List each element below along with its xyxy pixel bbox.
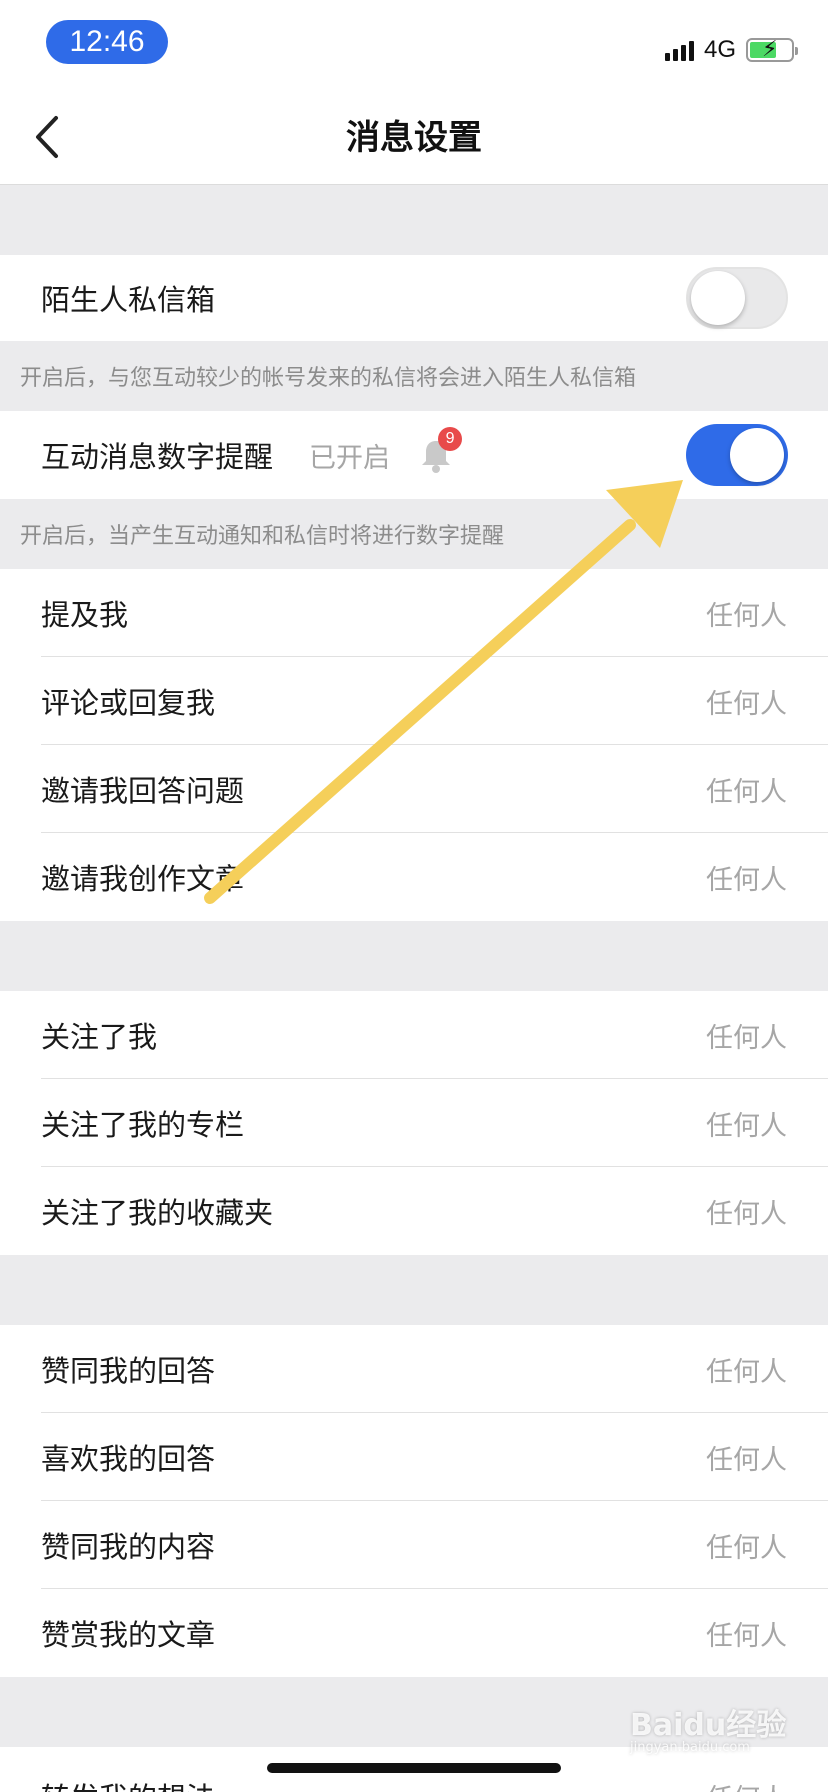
setting-row-followed-me[interactable]: 关注了我 任何人 — [0, 991, 828, 1079]
follows-section: 关注了我 任何人 关注了我的专栏 任何人 关注了我的收藏夹 任何人 — [0, 991, 828, 1255]
section-gap — [0, 921, 828, 991]
stranger-inbox-toggle[interactable] — [686, 267, 788, 329]
digit-reminder-row: 互动消息数字提醒 已开启 9 — [0, 411, 828, 499]
signal-icon — [664, 39, 694, 61]
page-title: 消息设置 — [346, 118, 482, 158]
setting-row-upvote-content[interactable]: 赞同我的内容 任何人 — [0, 1501, 828, 1589]
network-type: 4G — [703, 36, 736, 63]
battery-icon: ⚡ — [746, 37, 798, 62]
bell-icon: 9 — [416, 427, 463, 475]
mentions-section: 提及我 任何人 评论或回复我 任何人 邀请我回答问题 任何人 邀请我创作文章 任… — [0, 569, 828, 921]
digit-reminder-status: 已开启 — [309, 442, 391, 474]
setting-row-invite-article[interactable]: 邀请我创作文章 任何人 — [0, 833, 828, 921]
stranger-inbox-hint: 开启后，与您互动较少的帐号发来的私信将会进入陌生人私信箱 — [0, 341, 828, 411]
stranger-inbox-row: 陌生人私信箱 — [0, 255, 828, 341]
section-gap — [0, 185, 828, 255]
status-time: 12:46 — [46, 20, 168, 64]
setting-row-upvote-answer[interactable]: 赞同我的回答 任何人 — [0, 1325, 828, 1413]
digit-reminder-toggle[interactable] — [686, 424, 788, 486]
setting-row-followed-column[interactable]: 关注了我的专栏 任何人 — [0, 1079, 828, 1167]
stranger-inbox-label: 陌生人私信箱 — [41, 283, 216, 317]
setting-row-invite-answer[interactable]: 邀请我回答问题 任何人 — [0, 745, 828, 833]
nav-bar: 消息设置 — [0, 92, 828, 185]
notification-badge: 9 — [438, 427, 463, 451]
status-indicators: 4G ⚡ — [664, 34, 798, 66]
setting-row-mention-me[interactable]: 提及我 任何人 — [0, 569, 828, 657]
digit-reminder-hint: 开启后，当产生互动通知和私信时将进行数字提醒 — [0, 499, 828, 569]
setting-row-comment-reply[interactable]: 评论或回复我 任何人 — [0, 657, 828, 745]
setting-row-like-answer[interactable]: 喜欢我的回答 任何人 — [0, 1413, 828, 1501]
setting-row-reward-article[interactable]: 赞赏我的文章 任何人 — [0, 1589, 828, 1677]
status-bar: 12:46 4G ⚡ — [0, 0, 828, 92]
home-indicator[interactable] — [267, 1763, 561, 1773]
digit-reminder-label: 互动消息数字提醒 — [41, 440, 274, 474]
section-gap — [0, 1255, 828, 1325]
setting-row-followed-collection[interactable]: 关注了我的收藏夹 任何人 — [0, 1167, 828, 1255]
watermark-logo: Baidu经验 jingyan.baidu.com — [630, 1708, 787, 1755]
likes-section: 赞同我的回答 任何人 喜欢我的回答 任何人 赞同我的内容 任何人 赞赏我的文章 … — [0, 1325, 828, 1677]
